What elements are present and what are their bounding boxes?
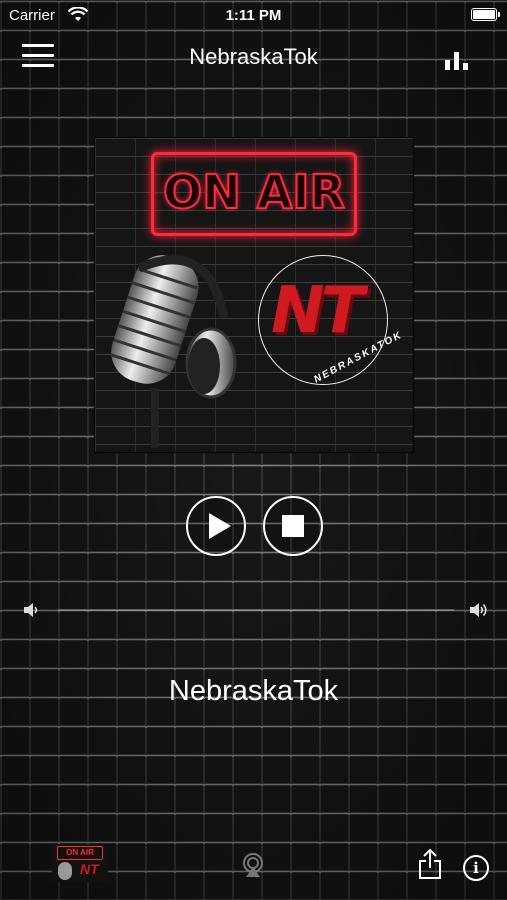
speaker-low-icon — [24, 603, 38, 617]
airplay-icon[interactable] — [240, 852, 266, 878]
microphone-headphones-image — [110, 255, 237, 448]
status-time: 1:11 PM — [225, 7, 282, 24]
thumbnail-sign-text: ON AIR — [57, 846, 103, 860]
equalizer-button[interactable] — [445, 48, 471, 70]
on-air-text: ON AIR — [162, 164, 346, 220]
stop-button[interactable] — [263, 496, 323, 556]
thumbnail-logo-text: NT — [80, 861, 99, 877]
station-name: NebraskaTok — [168, 675, 339, 707]
album-artwork: ON AIR NT NEBRASKATOK — [95, 138, 413, 452]
stop-icon — [282, 515, 304, 537]
artwork-thumbnail[interactable]: ON AIR NT — [52, 844, 108, 882]
menu-icon — [22, 44, 54, 47]
nebraskatok-logo: NT NEBRASKATOK — [258, 255, 405, 386]
equalizer-bar — [454, 52, 459, 70]
share-icon[interactable] — [418, 848, 442, 880]
equalizer-bar — [463, 63, 468, 70]
play-icon — [209, 513, 231, 539]
nav-bar: NebraskaTok — [0, 36, 507, 76]
menu-icon-line — [22, 54, 54, 57]
bottom-toolbar: ON AIR NT i — [0, 840, 507, 890]
menu-icon-line — [22, 64, 54, 67]
speaker-high-icon — [470, 603, 487, 617]
on-air-neon-sign: ON AIR — [151, 152, 357, 236]
status-bar: Carrier 1:11 PM — [0, 0, 507, 30]
volume-track — [58, 609, 454, 611]
logo-initials: NT — [271, 274, 364, 348]
info-icon[interactable]: i — [463, 855, 489, 881]
menu-button[interactable] — [22, 44, 54, 68]
volume-slider[interactable] — [22, 598, 490, 622]
battery-icon — [471, 8, 500, 21]
thumbnail-microphone — [58, 862, 72, 880]
equalizer-icon — [445, 60, 450, 70]
play-button[interactable] — [186, 496, 246, 556]
nav-title: NebraskaTok — [189, 44, 318, 69]
